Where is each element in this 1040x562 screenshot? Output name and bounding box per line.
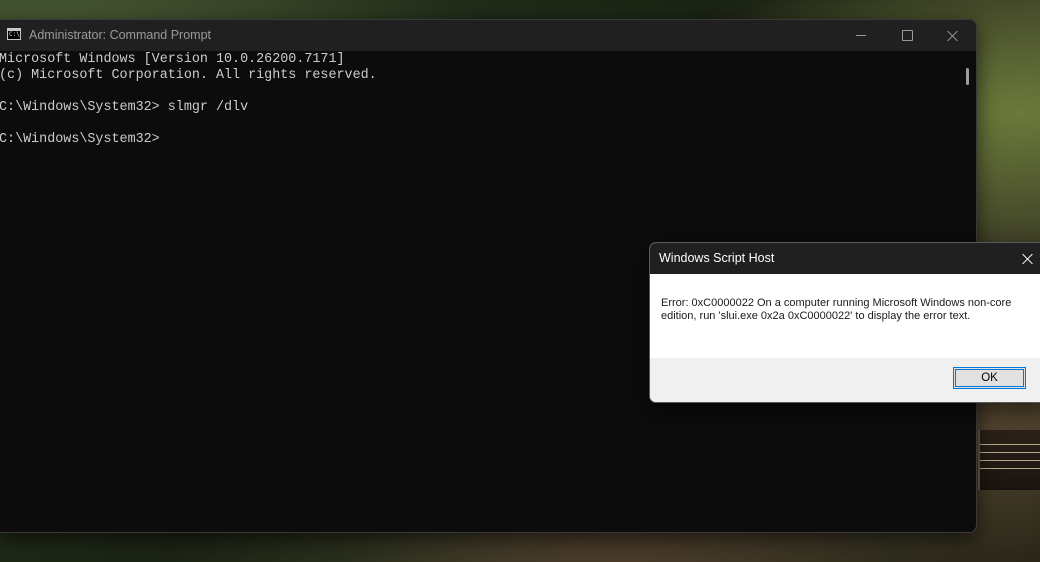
windows-script-host-dialog[interactable]: Windows Script Host Error: 0xC0000022 On… — [649, 242, 1040, 403]
dialog-title: Windows Script Host — [659, 251, 775, 265]
scrollbar-thumb[interactable] — [966, 68, 969, 85]
console-line: C:\Windows\System32> slmgr /dlv — [0, 100, 249, 115]
close-icon — [1022, 253, 1034, 265]
console-line: (c) Microsoft Corporation. All rights re… — [0, 68, 377, 83]
maximize-icon — [901, 30, 913, 41]
window-title: Administrator: Command Prompt — [29, 28, 212, 42]
cmd-icon: C:\ — [7, 28, 21, 40]
error-message: Error: 0xC0000022 On a computer running … — [661, 297, 1012, 322]
command-prompt-titlebar[interactable]: C:\ Administrator: Command Prompt — [0, 20, 976, 51]
maximize-button[interactable] — [884, 20, 930, 51]
minimize-icon — [856, 35, 866, 36]
dialog-body: Error: 0xC0000022 On a computer running … — [650, 274, 1040, 358]
console-prompt-line[interactable]: C:\Windows\System32> — [0, 132, 962, 148]
console-line: Microsoft Windows [Version 10.0.26200.71… — [0, 52, 345, 67]
cmd-icon-text: C:\ — [9, 31, 20, 38]
dialog-close-button[interactable] — [1012, 243, 1040, 274]
wallpaper-guitar-detail — [978, 430, 1040, 490]
dialog-footer: OK — [650, 358, 1040, 402]
dialog-titlebar[interactable]: Windows Script Host — [650, 243, 1040, 274]
close-icon — [947, 30, 959, 42]
ok-button[interactable]: OK — [953, 367, 1026, 389]
minimize-button[interactable] — [838, 20, 884, 51]
close-button[interactable] — [930, 20, 976, 51]
